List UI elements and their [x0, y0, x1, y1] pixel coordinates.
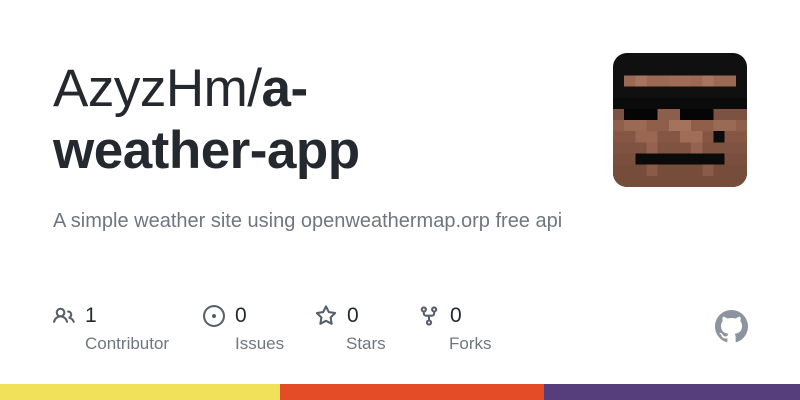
owner-avatar: [613, 53, 747, 187]
stat-label: Issues: [235, 334, 285, 353]
stat-count: 0: [235, 304, 247, 327]
star-icon: [315, 305, 337, 327]
stat-label: Forks: [449, 334, 492, 353]
repo-name-part2: weather-app: [53, 121, 360, 180]
repo-social-card: AzyzHm/a-weather-app A simple weather si…: [0, 0, 800, 400]
repo-title: AzyzHm/a-weather-app: [53, 58, 573, 182]
repo-description: A simple weather site using openweatherm…: [53, 210, 563, 232]
stat-label: Contributor: [85, 334, 170, 353]
stat-count: 1: [85, 304, 97, 327]
stat-stars[interactable]: 0 Stars: [315, 300, 386, 353]
issue-icon: [203, 305, 225, 327]
repo-stats: 1 Contributor 0 Issues 0 Stars 0 Forks: [53, 300, 613, 360]
stat-count: 0: [450, 304, 462, 327]
repo-name-part1: a-: [261, 59, 309, 118]
stat-label: Stars: [346, 334, 386, 353]
stat-count: 0: [347, 304, 359, 327]
fork-icon: [418, 305, 440, 327]
stat-issues[interactable]: 0 Issues: [203, 300, 284, 353]
repo-owner: AzyzHm/: [53, 59, 262, 118]
stat-forks[interactable]: 0 Forks: [418, 300, 492, 353]
language-bar-segment: [544, 384, 800, 400]
github-logo-icon[interactable]: [715, 310, 748, 343]
language-bar: [0, 384, 800, 400]
language-bar-segment: [0, 384, 280, 400]
people-icon: [53, 305, 75, 327]
language-bar-segment: [280, 384, 544, 400]
stat-contributors[interactable]: 1 Contributor: [53, 300, 169, 353]
pixel-avatar-icon: [613, 53, 747, 187]
